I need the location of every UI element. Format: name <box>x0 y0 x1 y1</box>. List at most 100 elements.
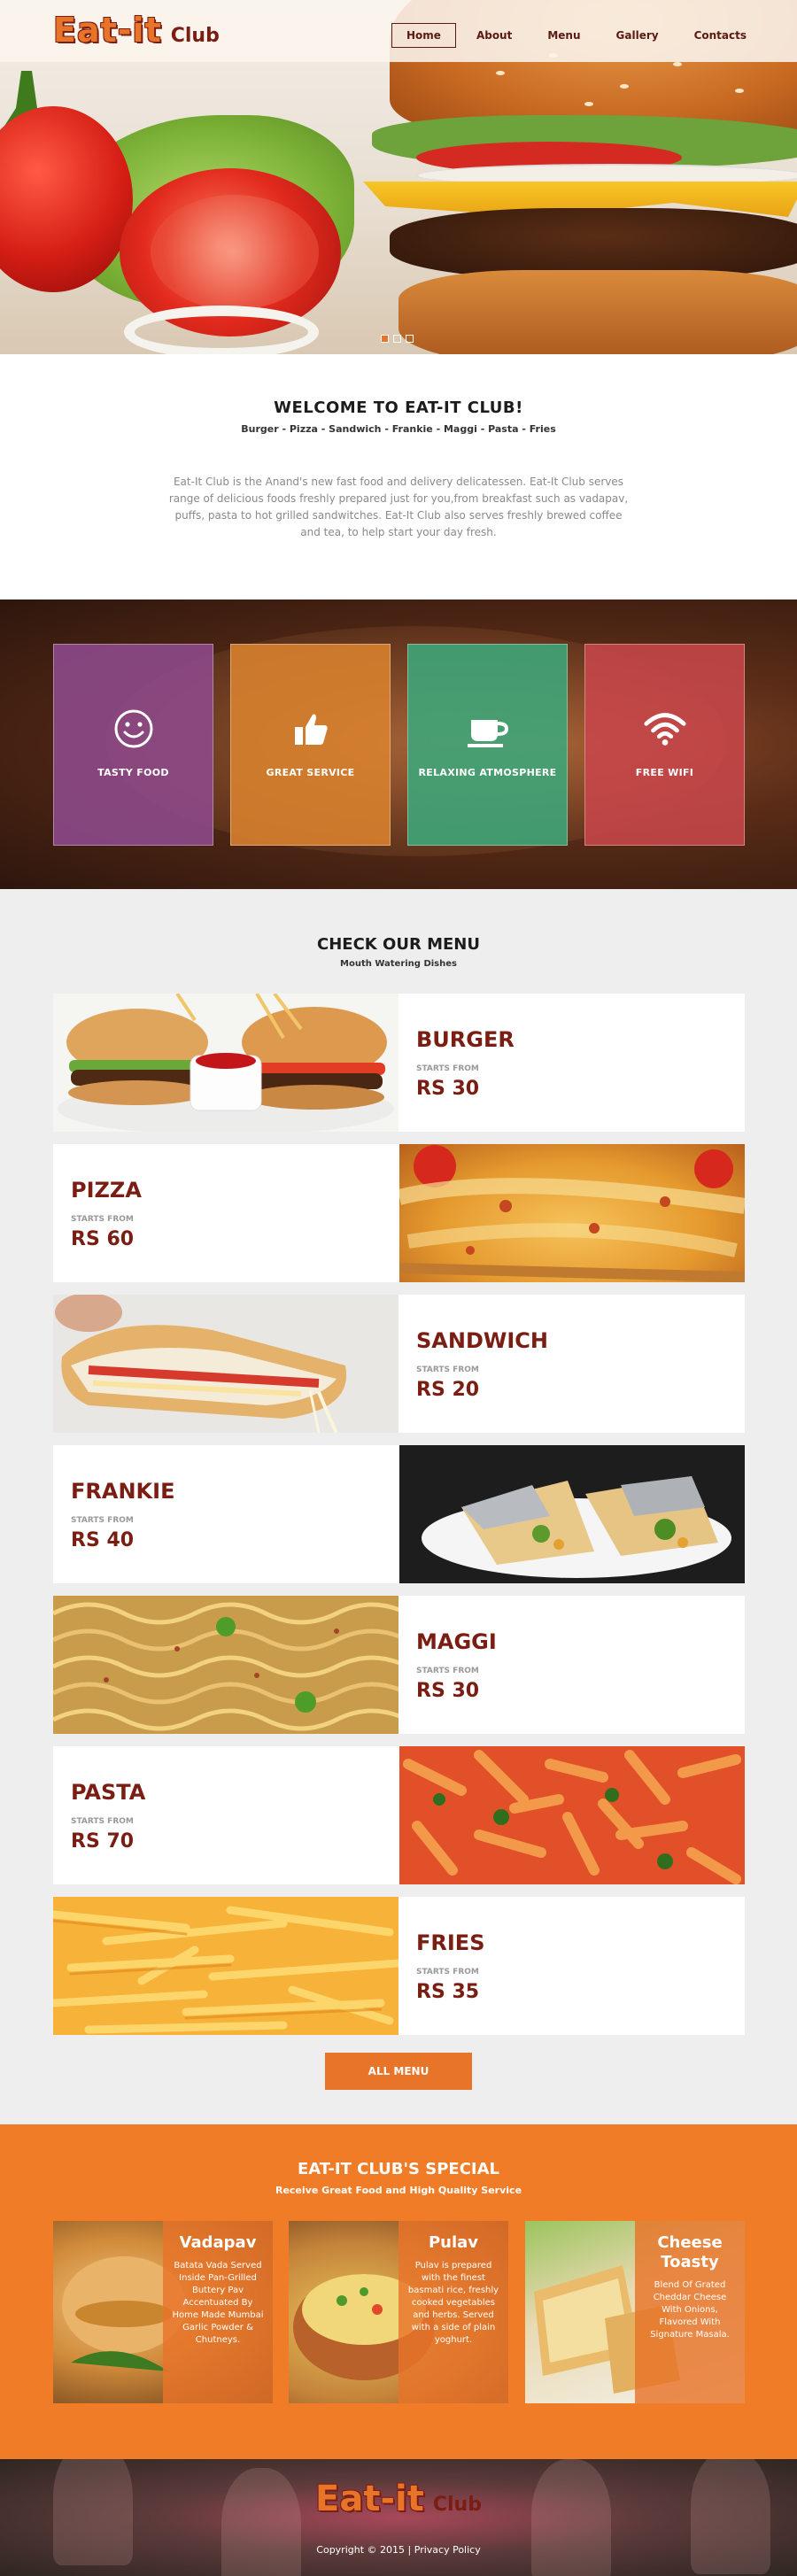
special-overlay: Vadapav Batata Vada Served Inside Pan-Gr… <box>163 2221 273 2403</box>
logo-main: Eat-it <box>53 11 162 50</box>
menu-item-name: FRANKIE <box>71 1479 175 1504</box>
tomato-flesh-image <box>151 195 319 310</box>
nav-menu[interactable]: Menu <box>532 23 595 48</box>
special-name: Cheese Toasty <box>657 2233 723 2271</box>
thumbs-up-icon <box>289 707 333 751</box>
menu-title: CHECK OUR MENU <box>317 935 480 954</box>
coffee-cup-icon <box>466 707 510 751</box>
special-name: Pulav <box>428 2233 479 2252</box>
logo[interactable]: Eat-it Club <box>53 11 220 50</box>
copyright-text: Copyright © 2015 <box>316 2544 406 2556</box>
slider-pagination <box>381 335 414 343</box>
special-card-vadapav[interactable]: Vadapav Batata Vada Served Inside Pan-Gr… <box>53 2221 273 2403</box>
smiley-icon <box>112 707 156 751</box>
footer-logo[interactable]: Eat-it Club <box>0 2479 797 2519</box>
feature-great-service: GREAT SERVICE <box>230 644 391 846</box>
menu-item-frankie[interactable]: FRANKIE STARTS FROM RS 40 <box>53 1445 745 1583</box>
menu-item-fries[interactable]: FRIES STARTS FROM RS 35 <box>53 1897 745 2035</box>
menu-item-pasta[interactable]: PASTA STARTS FROM RS 70 <box>53 1746 745 1884</box>
welcome-subtitle: Burger - Pizza - Sandwich - Frankie - Ma… <box>241 423 556 435</box>
burger-patty-image <box>390 208 797 279</box>
pizza-image <box>399 1144 745 1282</box>
welcome-section: WELCOME TO EAT-IT CLUB! Burger - Pizza -… <box>0 354 797 600</box>
starts-from-label: STARTS FROM <box>71 1215 134 1224</box>
nav-about[interactable]: About <box>461 23 527 48</box>
wifi-icon <box>643 707 687 751</box>
menu-item-burger[interactable]: BURGER STARTS FROM RS 30 <box>53 994 745 1132</box>
sandwich-image <box>53 1295 398 1433</box>
special-card-pulav[interactable]: Pulav Pulav is prepared with the finest … <box>289 2221 508 2403</box>
starts-from-label: STARTS FROM <box>416 1667 479 1675</box>
menu-item-text: PIZZA STARTS FROM RS 60 <box>53 1144 399 1282</box>
menu-item-price: RS 40 <box>71 1529 135 1551</box>
menu-item-text: BURGER STARTS FROM RS 30 <box>398 994 745 1132</box>
copyright-line: Copyright © 2015 | Privacy Policy <box>0 2544 797 2556</box>
feature-label: GREAT SERVICE <box>266 767 355 778</box>
feature-tasty-food: TASTY FOOD <box>53 644 213 846</box>
sesame-seed <box>584 102 593 106</box>
menu-item-price: RS 20 <box>416 1379 480 1401</box>
special-overlay: Cheese Toasty Blend Of Grated Cheddar Ch… <box>635 2221 745 2403</box>
hero-banner: Eat-it Club Home About Menu Gallery Cont… <box>0 0 797 354</box>
slider-dot-3[interactable] <box>406 335 414 343</box>
special-name: Vadapav <box>179 2233 257 2252</box>
sesame-seed <box>496 71 505 75</box>
feature-label: TASTY FOOD <box>97 767 169 778</box>
specials-subtitle: Receive Great Food and High Quality Serv… <box>275 2185 522 2196</box>
menu-item-maggi[interactable]: MAGGI STARTS FROM RS 30 <box>53 1596 745 1734</box>
sesame-seed <box>735 89 744 93</box>
special-overlay: Pulav Pulav is prepared with the finest … <box>398 2221 508 2403</box>
sesame-seed <box>673 62 682 66</box>
menu-item-price: RS 70 <box>71 1830 135 1853</box>
maggi-image <box>53 1596 398 1734</box>
burger-image <box>53 994 398 1132</box>
logo-sub: Club <box>432 2494 482 2516</box>
menu-item-name: SANDWICH <box>416 1328 548 1353</box>
menu-item-text: PASTA STARTS FROM RS 70 <box>53 1746 399 1884</box>
menu-item-name: MAGGI <box>416 1629 497 1654</box>
menu-item-sandwich[interactable]: SANDWICH STARTS FROM RS 20 <box>53 1295 745 1433</box>
footer: Eat-it Club Copyright © 2015 | Privacy P… <box>0 2459 797 2576</box>
frankie-image <box>399 1445 745 1583</box>
menu-subtitle: Mouth Watering Dishes <box>340 959 457 969</box>
menu-item-price: RS 35 <box>416 1981 480 2003</box>
starts-from-label: STARTS FROM <box>416 1968 479 1976</box>
logo-main: Eat-it <box>315 2479 424 2519</box>
special-description: Blend Of Grated Cheddar Cheese With Onio… <box>650 2280 730 2340</box>
starts-from-label: STARTS FROM <box>71 1516 134 1525</box>
feature-free-wifi: FREE WIFI <box>584 644 745 846</box>
feature-label: RELAXING ATMOSPHERE <box>418 767 557 778</box>
pasta-image <box>399 1746 745 1884</box>
privacy-policy-link[interactable]: Privacy Policy <box>414 2544 481 2556</box>
nav-home[interactable]: Home <box>391 23 456 48</box>
nav-contacts[interactable]: Contacts <box>679 23 762 48</box>
fries-image <box>53 1897 398 2035</box>
nav-gallery[interactable]: Gallery <box>601 23 674 48</box>
menu-item-text: SANDWICH STARTS FROM RS 20 <box>398 1295 745 1433</box>
sesame-seed <box>620 84 629 89</box>
welcome-title: WELCOME TO EAT-IT CLUB! <box>274 398 523 417</box>
starts-from-label: STARTS FROM <box>416 1365 479 1374</box>
slider-dot-1[interactable] <box>381 335 389 343</box>
menu-item-name: BURGER <box>416 1027 515 1052</box>
burger-bottom-bun-image <box>398 270 797 354</box>
logo-sub: Club <box>170 25 220 47</box>
menu-item-text: FRIES STARTS FROM RS 35 <box>398 1897 745 2035</box>
navbar: Eat-it Club Home About Menu Gallery Cont… <box>0 0 797 62</box>
slider-dot-2[interactable] <box>393 335 401 343</box>
feature-relaxing-atmosphere: RELAXING ATMOSPHERE <box>407 644 568 846</box>
menu-item-name: PASTA <box>71 1780 146 1805</box>
menu-item-price: RS 30 <box>416 1078 480 1100</box>
menu-item-text: FRANKIE STARTS FROM RS 40 <box>53 1445 399 1583</box>
onion-ring-image <box>124 306 319 354</box>
menu-item-pizza[interactable]: PIZZA STARTS FROM RS 60 <box>53 1144 745 1282</box>
special-card-cheese-toasty[interactable]: Cheese Toasty Blend Of Grated Cheddar Ch… <box>525 2221 745 2403</box>
welcome-description: Eat-It Club is the Anand's new fast food… <box>168 476 629 538</box>
menu-item-text: MAGGI STARTS FROM RS 30 <box>398 1596 745 1734</box>
special-description: Batata Vada Served Inside Pan-Grilled Bu… <box>172 2261 264 2345</box>
menu-item-price: RS 30 <box>416 1680 480 1702</box>
starts-from-label: STARTS FROM <box>71 1817 134 1826</box>
footer-separator: | <box>407 2544 412 2556</box>
specials-title: EAT-IT CLUB'S SPECIAL <box>297 2160 500 2178</box>
all-menu-button[interactable]: ALL MENU <box>325 2053 472 2090</box>
